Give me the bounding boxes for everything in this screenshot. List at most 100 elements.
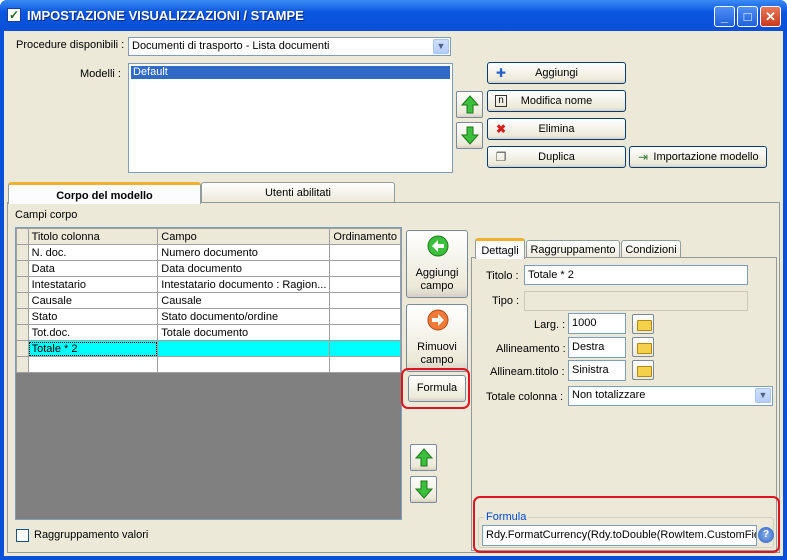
col-header-titolo[interactable]: Titolo colonna <box>27 228 159 245</box>
aggiungi-campo-button[interactable]: Aggiungi campo <box>406 230 468 298</box>
larg-input[interactable]: 1000 <box>568 313 626 334</box>
row-selector[interactable] <box>16 324 29 341</box>
allineamento-folder-icon[interactable] <box>632 337 654 357</box>
cell-ordinamento[interactable] <box>329 292 401 309</box>
minimize-button[interactable]: _ <box>714 6 735 27</box>
title-bar[interactable]: ✓ IMPOSTAZIONE VISUALIZZAZIONI / STAMPE … <box>0 0 787 31</box>
modelli-item-default[interactable]: Default <box>131 66 450 79</box>
row-selector[interactable] <box>16 308 29 325</box>
larg-label: Larg. : <box>534 319 566 331</box>
table-row[interactable]: Stato Stato documento/ordine <box>16 308 401 325</box>
move-field-up-button[interactable] <box>410 444 437 471</box>
table-row[interactable]: N. doc. Numero documento <box>16 244 401 261</box>
titolo-label: Titolo : <box>486 270 519 282</box>
table-row[interactable]: Tot.doc. Totale documento <box>16 324 401 341</box>
procedure-select[interactable]: Documenti di trasporto - Lista documenti… <box>128 37 451 56</box>
import-icon: ⇥ <box>637 150 649 164</box>
chevron-down-icon[interactable]: ▼ <box>433 39 449 54</box>
modelli-label: Modelli : <box>80 68 121 80</box>
maximize-button[interactable]: □ <box>737 6 758 27</box>
cell-titolo[interactable]: Data <box>27 260 159 277</box>
cell-campo[interactable]: Intestatario documento : Ragion... <box>157 276 331 293</box>
totale-colonna-value: Non totalizzare <box>572 389 646 401</box>
aggiungi-campo-label-1: Aggiungi <box>415 267 459 279</box>
app-check-icon: ✓ <box>7 8 21 22</box>
cell-ordinamento[interactable] <box>329 324 401 341</box>
cell-campo[interactable]: Causale <box>157 292 331 309</box>
row-selector[interactable] <box>16 340 29 357</box>
tipo-input[interactable] <box>524 291 748 311</box>
cell-titolo[interactable]: Totale * 2 <box>27 340 159 357</box>
raggruppamento-label: Raggruppamento valori <box>34 529 149 541</box>
row-header-corner <box>16 228 29 245</box>
allineam-titolo-input[interactable]: Sinistra <box>568 360 626 381</box>
row-selector[interactable] <box>16 276 29 293</box>
row-selector[interactable] <box>16 244 29 261</box>
larg-folder-icon[interactable] <box>632 314 654 334</box>
allineam-titolo-folder-icon[interactable] <box>632 360 654 380</box>
modelli-list[interactable]: Default <box>128 63 453 173</box>
cell-ordinamento[interactable] <box>329 340 401 357</box>
arrow-up-icon <box>461 95 479 114</box>
arrow-left-icon <box>427 235 449 257</box>
cell-titolo[interactable]: Intestatario <box>27 276 159 293</box>
formula-field-highlight <box>473 496 780 553</box>
chevron-down-icon[interactable]: ▼ <box>755 388 771 403</box>
tab-dettagli[interactable]: Dettagli <box>475 238 525 259</box>
row-selector[interactable] <box>16 292 29 309</box>
table-row[interactable]: Data Data documento <box>16 260 401 277</box>
cell-titolo[interactable]: Tot.doc. <box>27 324 159 341</box>
cell-campo[interactable] <box>157 356 331 373</box>
cell-campo[interactable]: Numero documento <box>157 244 331 261</box>
cell-campo[interactable] <box>157 340 331 357</box>
rimuovi-campo-button[interactable]: Rimuovi campo <box>406 304 468 372</box>
cell-campo[interactable]: Data documento <box>157 260 331 277</box>
cell-ordinamento[interactable] <box>329 276 401 293</box>
raggruppamento-checkbox[interactable] <box>16 529 29 542</box>
arrow-down-icon <box>415 480 433 499</box>
allineamento-input[interactable]: Destra <box>568 337 626 358</box>
move-field-down-button[interactable] <box>410 476 437 503</box>
cell-titolo[interactable] <box>27 356 159 373</box>
table-row[interactable]: Causale Causale <box>16 292 401 309</box>
cell-titolo[interactable]: Causale <box>27 292 159 309</box>
move-model-up-button[interactable] <box>456 91 483 118</box>
titolo-input[interactable]: Totale * 2 <box>524 265 748 285</box>
add-model-icon: ✚ <box>495 66 507 80</box>
move-model-down-button[interactable] <box>456 122 483 149</box>
cell-campo[interactable]: Stato documento/ordine <box>157 308 331 325</box>
cell-ordinamento[interactable] <box>329 260 401 277</box>
tab-utenti-abilitati[interactable]: Utenti abilitati <box>201 182 395 202</box>
table-row-selected[interactable]: Totale * 2 <box>16 340 401 357</box>
campi-corpo-label: Campi corpo <box>15 209 78 221</box>
campi-grid[interactable]: Titolo colonna Campo Ordinamento N. doc.… <box>15 227 402 520</box>
allineam-titolo-label: Allineam.titolo : <box>490 366 565 378</box>
aggiungi-button[interactable]: ✚ Aggiungi <box>487 62 626 84</box>
close-button[interactable]: ✕ <box>760 6 781 27</box>
col-header-ordinamento[interactable]: Ordinamento <box>329 228 401 245</box>
duplica-button[interactable]: ❐ Duplica <box>487 146 626 168</box>
rename-icon: n <box>495 95 507 107</box>
row-selector[interactable] <box>16 260 29 277</box>
dialog-client: Procedure disponibili : Documenti di tra… <box>4 31 783 556</box>
window-title: IMPOSTAZIONE VISUALIZZAZIONI / STAMPE <box>27 8 304 23</box>
cell-ordinamento[interactable] <box>329 356 401 373</box>
cell-ordinamento[interactable] <box>329 308 401 325</box>
elimina-button[interactable]: ✖ Elimina <box>487 118 626 140</box>
cell-ordinamento[interactable] <box>329 244 401 261</box>
cell-titolo[interactable]: Stato <box>27 308 159 325</box>
totale-colonna-select[interactable]: Non totalizzare ▼ <box>568 386 773 406</box>
modifica-nome-button[interactable]: n Modifica nome <box>487 90 626 112</box>
cell-titolo[interactable]: N. doc. <box>27 244 159 261</box>
corpo-panel: Campi corpo Titolo colonna Campo Ordinam… <box>7 202 780 553</box>
row-selector[interactable] <box>16 356 29 373</box>
cell-campo[interactable]: Totale documento <box>157 324 331 341</box>
rimuovi-campo-label-1: Rimuovi <box>417 341 457 353</box>
table-row[interactable]: Intestatario Intestatario documento : Rag… <box>16 276 401 293</box>
importazione-modello-button[interactable]: ⇥ Importazione modello <box>629 146 767 168</box>
elimina-label: Elimina <box>538 123 575 135</box>
col-header-campo[interactable]: Campo <box>157 228 331 245</box>
table-row[interactable] <box>16 356 401 373</box>
tab-corpo-modello[interactable]: Corpo del modello <box>8 182 201 204</box>
duplicate-icon: ❐ <box>495 150 507 164</box>
